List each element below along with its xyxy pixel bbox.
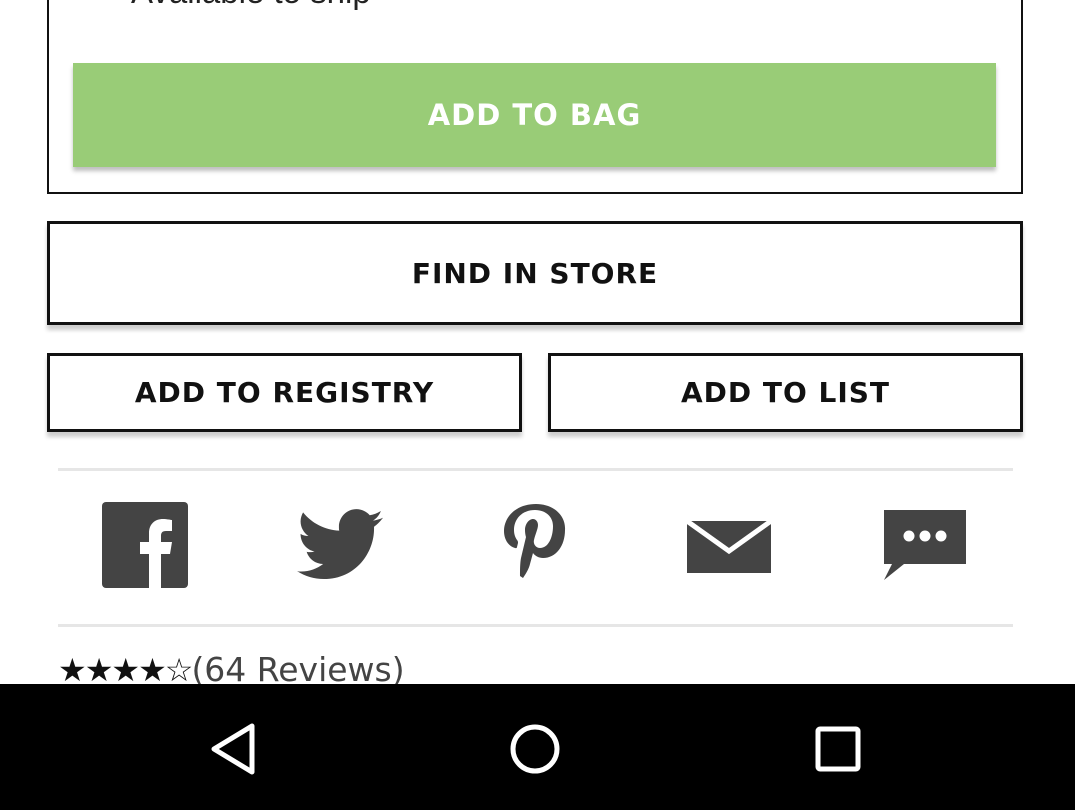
message-icon[interactable] [880,500,970,590]
check-icon: ✓ [79,0,119,11]
facebook-icon[interactable] [100,500,190,590]
add-to-list-button[interactable]: ADD TO LIST [548,353,1023,432]
home-icon[interactable] [490,704,580,794]
add-to-registry-button[interactable]: ADD TO REGISTRY [47,353,522,432]
find-in-store-button[interactable]: FIND IN STORE [47,221,1023,325]
back-icon[interactable] [188,704,278,794]
divider [58,624,1013,627]
email-icon[interactable] [685,500,775,590]
availability-text: Available to ship [131,0,371,10]
pinterest-icon[interactable] [490,500,580,590]
system-navigation-bar [0,684,1075,810]
add-to-bag-button[interactable]: ADD TO BAG [73,63,996,167]
twitter-icon[interactable] [295,500,385,590]
recent-apps-icon[interactable] [793,704,883,794]
divider [58,468,1013,471]
